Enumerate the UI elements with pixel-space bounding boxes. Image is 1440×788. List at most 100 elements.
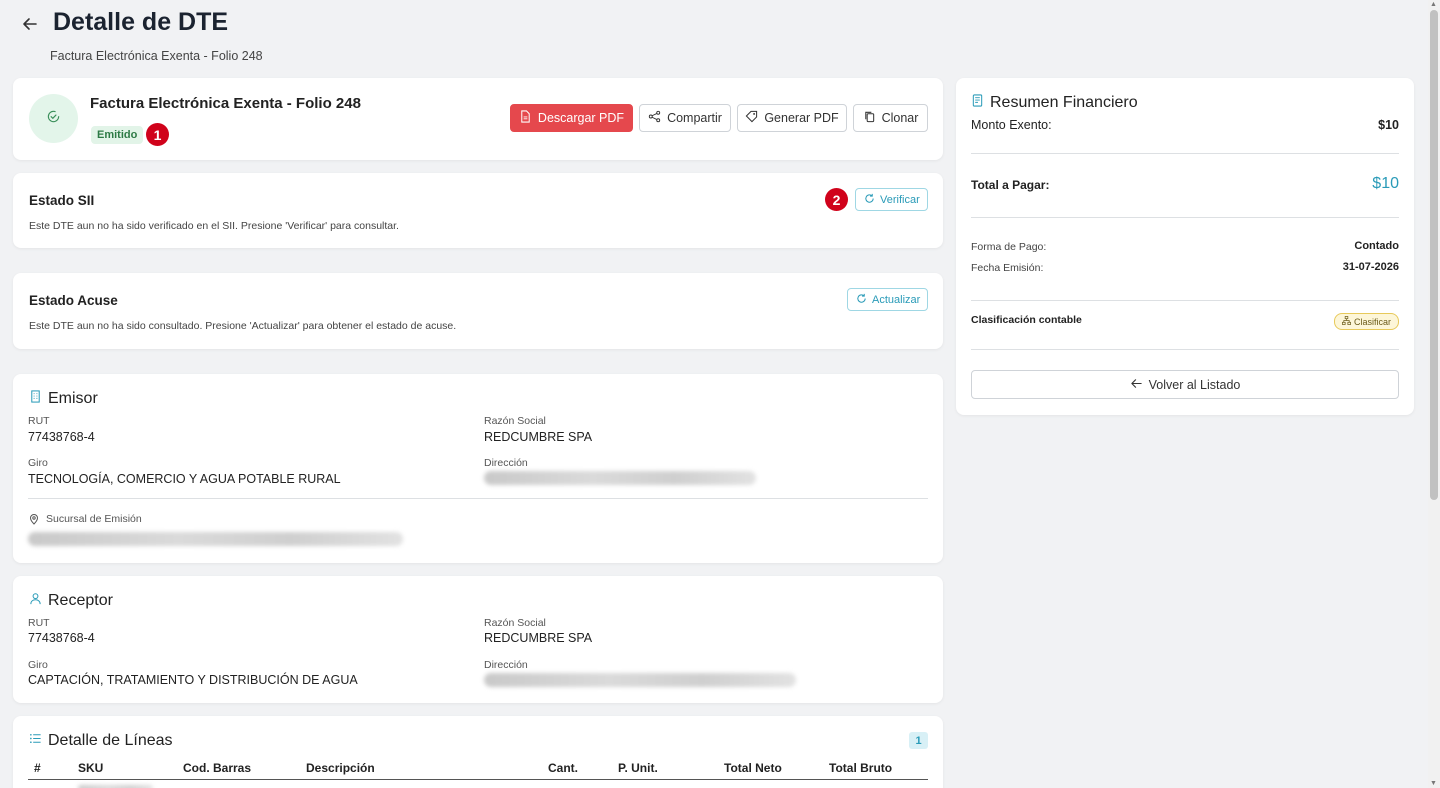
acuse-status-title: Estado Acuse <box>29 293 118 308</box>
refresh-icon <box>856 293 867 307</box>
column-header: Total Neto <box>724 761 782 775</box>
forma-pago-label: Forma de Pago: <box>971 241 1047 253</box>
receptor-rut-label: RUT <box>28 617 50 629</box>
emisor-direccion-redacted <box>484 471 756 485</box>
divider <box>971 217 1399 218</box>
receptor-direccion-redacted <box>484 673 796 687</box>
user-icon <box>29 592 42 610</box>
emisor-giro-label: Giro <box>28 457 48 469</box>
file-pdf-icon <box>519 110 532 126</box>
vertical-scrollbar[interactable]: ▲ ▼ <box>1428 0 1440 788</box>
fecha-emision-label: Fecha Emisión: <box>971 262 1044 274</box>
share-icon <box>648 110 661 126</box>
receptor-title: Receptor <box>29 592 113 610</box>
refresh-icon <box>864 193 875 207</box>
share-label: Compartir <box>667 111 722 125</box>
acuse-status-description: Este DTE aun no ha sido consultado. Pres… <box>29 320 457 332</box>
verify-label: Verificar <box>880 193 920 206</box>
back-to-list-label: Volver al Listado <box>1148 377 1241 392</box>
divider <box>971 300 1399 301</box>
receptor-title-text: Receptor <box>48 592 113 609</box>
lineas-title: Detalle de Líneas <box>29 732 173 750</box>
table-header-divider <box>28 779 928 780</box>
divider <box>28 498 928 499</box>
scroll-down-icon[interactable]: ▼ <box>1430 780 1437 787</box>
line-count-badge: 1 <box>909 732 928 749</box>
emisor-rut-value: 77438768-4 <box>28 430 95 444</box>
divider <box>971 349 1399 350</box>
page-header: Detalle de DTE Factura Electrónica Exent… <box>0 0 1428 72</box>
fecha-emision-value: 31-07-2026 <box>1342 261 1399 273</box>
column-header: Cant. <box>548 761 578 775</box>
column-header: SKU <box>78 761 104 775</box>
sitemap-icon <box>1342 316 1351 327</box>
download-pdf-label: Descargar PDF <box>537 111 625 125</box>
column-header: P. Unit. <box>618 761 658 775</box>
lineas-title-text: Detalle de Líneas <box>48 732 173 749</box>
verify-button[interactable]: Verificar <box>855 188 928 211</box>
divider <box>971 153 1399 154</box>
financial-summary-card: Resumen Financiero Monto Exento: $10 Tot… <box>956 78 1414 415</box>
receptor-rut-value: 77438768-4 <box>28 631 95 645</box>
summary-title-text: Resumen Financiero <box>990 94 1138 111</box>
sii-status-description: Este DTE aun no ha sido verificado en el… <box>29 220 399 232</box>
column-header: Descripción <box>306 761 375 775</box>
page-subtitle: Factura Electrónica Exenta - Folio 248 <box>50 49 263 63</box>
scroll-up-icon[interactable]: ▲ <box>1430 1 1437 8</box>
monto-exento-label: Monto Exento: <box>971 118 1052 132</box>
monto-exento-value: $10 <box>1378 118 1399 132</box>
check-circle-icon <box>46 109 61 129</box>
back-arrow-icon[interactable] <box>20 14 40 34</box>
generate-pdf-label: Generar PDF <box>764 111 839 125</box>
sucursal-label: Sucursal de Emisión <box>46 513 142 525</box>
emisor-razon-value: REDCUMBRE SPA <box>484 430 593 444</box>
receptor-razon-value: REDCUMBRE SPA <box>484 631 593 645</box>
scrollbar-thumb[interactable] <box>1430 10 1438 500</box>
list-icon <box>29 732 42 750</box>
emisor-title-text: Emisor <box>48 390 98 407</box>
receipt-icon <box>971 94 984 112</box>
total-label: Total a Pagar: <box>971 178 1050 192</box>
emisor-direccion-label: Dirección <box>484 457 528 469</box>
receptor-giro-label: Giro <box>28 659 48 671</box>
arrow-left-icon <box>1130 377 1143 393</box>
copy-icon <box>863 110 876 126</box>
generate-pdf-button[interactable]: Generar PDF <box>737 104 847 132</box>
sucursal-redacted <box>28 532 403 546</box>
emisor-rut-label: RUT <box>28 415 50 427</box>
total-value: $10 <box>1372 175 1399 192</box>
status-circle <box>29 94 78 143</box>
share-button[interactable]: Compartir <box>639 104 731 132</box>
column-header: Total Bruto <box>829 761 893 775</box>
summary-title: Resumen Financiero <box>971 94 1138 112</box>
emisor-title: Emisor <box>29 390 98 408</box>
tag-icon <box>745 110 758 126</box>
classify-label: Clasificar <box>1353 316 1391 327</box>
clone-label: Clonar <box>881 111 919 125</box>
document-title: Factura Electrónica Exenta - Folio 248 <box>90 95 361 112</box>
back-to-list-button[interactable]: Volver al Listado <box>971 370 1399 399</box>
annotation-marker-2: 2 <box>825 188 848 211</box>
receptor-card: Receptor RUT 77438768-4 Razón Social RED… <box>13 576 943 703</box>
clone-button[interactable]: Clonar <box>853 104 928 132</box>
column-header: # <box>34 761 41 775</box>
receptor-direccion-label: Dirección <box>484 659 528 671</box>
emisor-card: Emisor RUT 77438768-4 Razón Social REDCU… <box>13 374 943 563</box>
sii-status-card: Estado SII Este DTE aun no ha sido verif… <box>13 173 943 248</box>
clasificacion-label: Clasificación contable <box>971 314 1082 326</box>
annotation-marker-1: 1 <box>146 123 169 146</box>
sii-status-title: Estado SII <box>29 193 95 208</box>
page-title: Detalle de DTE <box>53 8 229 36</box>
emisor-giro-value: TECNOLOGÍA, COMERCIO Y AGUA POTABLE RURA… <box>28 472 341 486</box>
forma-pago-value: Contado <box>1354 240 1399 252</box>
update-button[interactable]: Actualizar <box>847 288 928 311</box>
status-badge: Emitido <box>91 126 144 144</box>
update-label: Actualizar <box>872 293 921 306</box>
classify-badge[interactable]: Clasificar <box>1333 313 1399 330</box>
receptor-razon-label: Razón Social <box>484 617 546 629</box>
location-pin-icon <box>28 512 40 530</box>
building-icon <box>29 390 42 408</box>
column-header: Cod. Barras <box>183 761 252 775</box>
emisor-razon-label: Razón Social <box>484 415 546 427</box>
download-pdf-button[interactable]: Descargar PDF <box>510 104 633 132</box>
